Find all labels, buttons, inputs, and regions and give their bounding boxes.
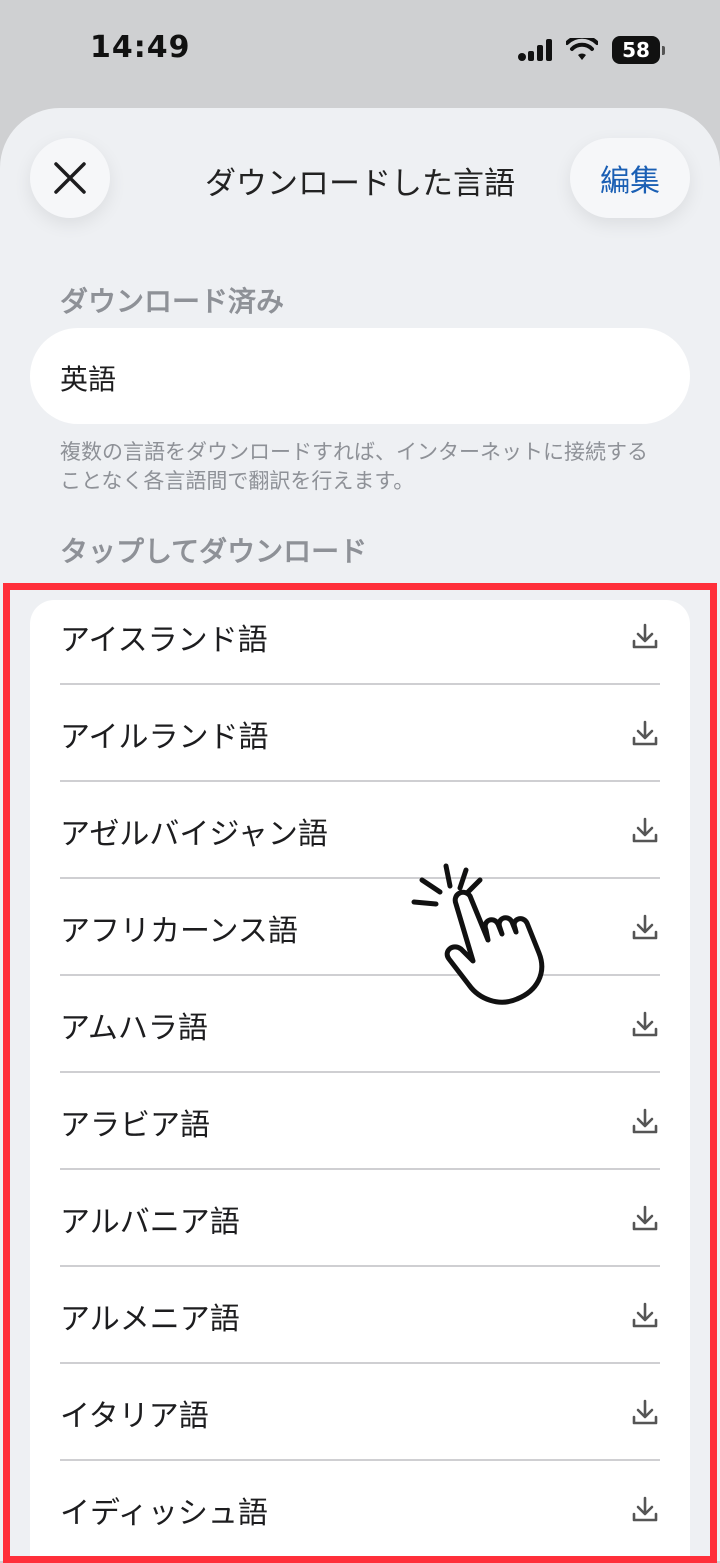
language-row[interactable]: アルメニア語 xyxy=(30,1267,690,1364)
language-row[interactable]: アフリカーンス語 xyxy=(30,879,690,976)
downloaded-language-label: 英語 xyxy=(60,363,117,396)
language-label: アルメニア語 xyxy=(60,1301,240,1337)
language-sheet: ダウンロードした言語 編集 ダウンロード済み 英語 複数の言語をダウンロードすれ… xyxy=(0,108,720,1561)
download-icon[interactable] xyxy=(630,622,660,652)
language-row[interactable]: アイルランド語 xyxy=(30,685,690,782)
language-row[interactable]: イディッシュ語 xyxy=(30,1461,690,1558)
download-icon[interactable] xyxy=(630,1107,660,1137)
language-label: アムハラ語 xyxy=(60,1010,208,1046)
battery-level: 58 xyxy=(622,38,650,62)
language-row[interactable]: アムハラ語 xyxy=(30,976,690,1073)
available-section-label: タップしてダウンロード xyxy=(60,535,368,568)
battery-icon: 58 xyxy=(612,36,665,64)
download-icon[interactable] xyxy=(630,816,660,846)
language-row[interactable]: イタリア語 xyxy=(30,1364,690,1461)
download-icon[interactable] xyxy=(630,1495,660,1525)
language-row[interactable]: アルバニア語 xyxy=(30,1170,690,1267)
language-row[interactable]: アイスランド語 xyxy=(30,600,690,685)
download-icon[interactable] xyxy=(630,913,660,943)
language-label: アルバニア語 xyxy=(60,1204,240,1240)
available-language-list: アイスランド語 アイルランド語アゼルバイジャン語 アフリカーンス語 アムハラ語アラビア… xyxy=(30,600,690,1561)
status-time: 14:49 xyxy=(90,30,191,65)
language-row[interactable]: アゼルバイジャン語 xyxy=(30,782,690,879)
download-icon[interactable] xyxy=(630,1010,660,1040)
language-label: アイルランド語 xyxy=(60,719,269,755)
language-row[interactable]: アラビア語 xyxy=(30,1073,690,1170)
language-label: イタリア語 xyxy=(60,1398,209,1434)
language-label: イディッシュ語 xyxy=(60,1495,268,1531)
status-icons: 58 xyxy=(518,36,665,64)
edit-button[interactable]: 編集 xyxy=(570,138,690,218)
tap-hand-icon xyxy=(411,863,545,1005)
download-icon[interactable] xyxy=(630,1398,660,1428)
language-label: アイスランド語 xyxy=(60,622,268,658)
download-note: 複数の言語をダウンロードすれば、インターネットに接続することなく各言語間で翻訳を… xyxy=(60,440,648,493)
download-icon[interactable] xyxy=(630,719,660,749)
language-label: アフリカーンス語 xyxy=(60,913,298,949)
language-label: アゼルバイジャン語 xyxy=(60,816,328,852)
downloaded-section-label: ダウンロード済み xyxy=(60,285,285,318)
cellular-icon xyxy=(518,39,552,61)
sheet-header: ダウンロードした言語 編集 xyxy=(0,108,720,248)
download-icon[interactable] xyxy=(630,1301,660,1331)
status-bar: 14:49 58 xyxy=(0,0,720,108)
downloaded-language-item[interactable]: 英語 xyxy=(30,328,690,424)
wifi-icon xyxy=(566,38,598,60)
download-icon[interactable] xyxy=(630,1204,660,1234)
language-label: アラビア語 xyxy=(60,1107,210,1143)
